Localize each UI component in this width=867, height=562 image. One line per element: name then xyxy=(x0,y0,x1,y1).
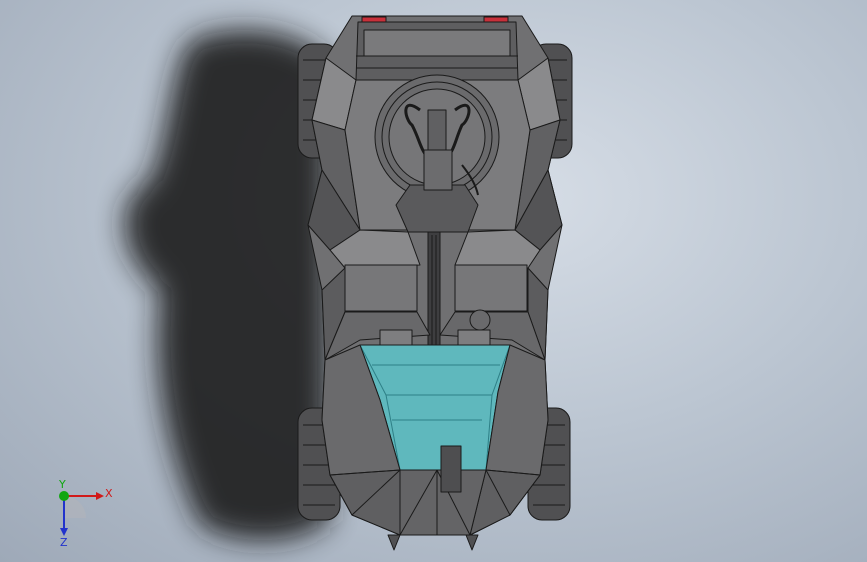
reference-triad: X Z Y xyxy=(58,478,113,549)
rear-panel xyxy=(363,29,511,57)
gun-mount xyxy=(395,184,479,233)
z-axis-label: Z xyxy=(60,536,68,549)
side-panel-right xyxy=(454,264,528,312)
side-panel-left xyxy=(344,264,418,312)
seat-left xyxy=(379,329,413,347)
graphics-viewport[interactable]: X Z Y xyxy=(0,0,867,562)
hood-vent xyxy=(440,445,462,493)
taillight-right xyxy=(483,16,509,23)
front-spike-left xyxy=(387,534,401,551)
y-axis-label: Y xyxy=(58,478,66,491)
seat-right xyxy=(457,329,491,347)
taillight-left xyxy=(361,16,387,23)
gun-barrel xyxy=(427,231,441,351)
y-axis-dot xyxy=(59,491,69,501)
vehicle-model[interactable] xyxy=(0,0,867,562)
z-axis-arrow xyxy=(60,528,68,536)
x-axis-arrow xyxy=(96,492,104,500)
hatch-vent xyxy=(469,309,491,331)
front-spike-right xyxy=(465,534,479,551)
x-axis-label: X xyxy=(105,487,113,500)
